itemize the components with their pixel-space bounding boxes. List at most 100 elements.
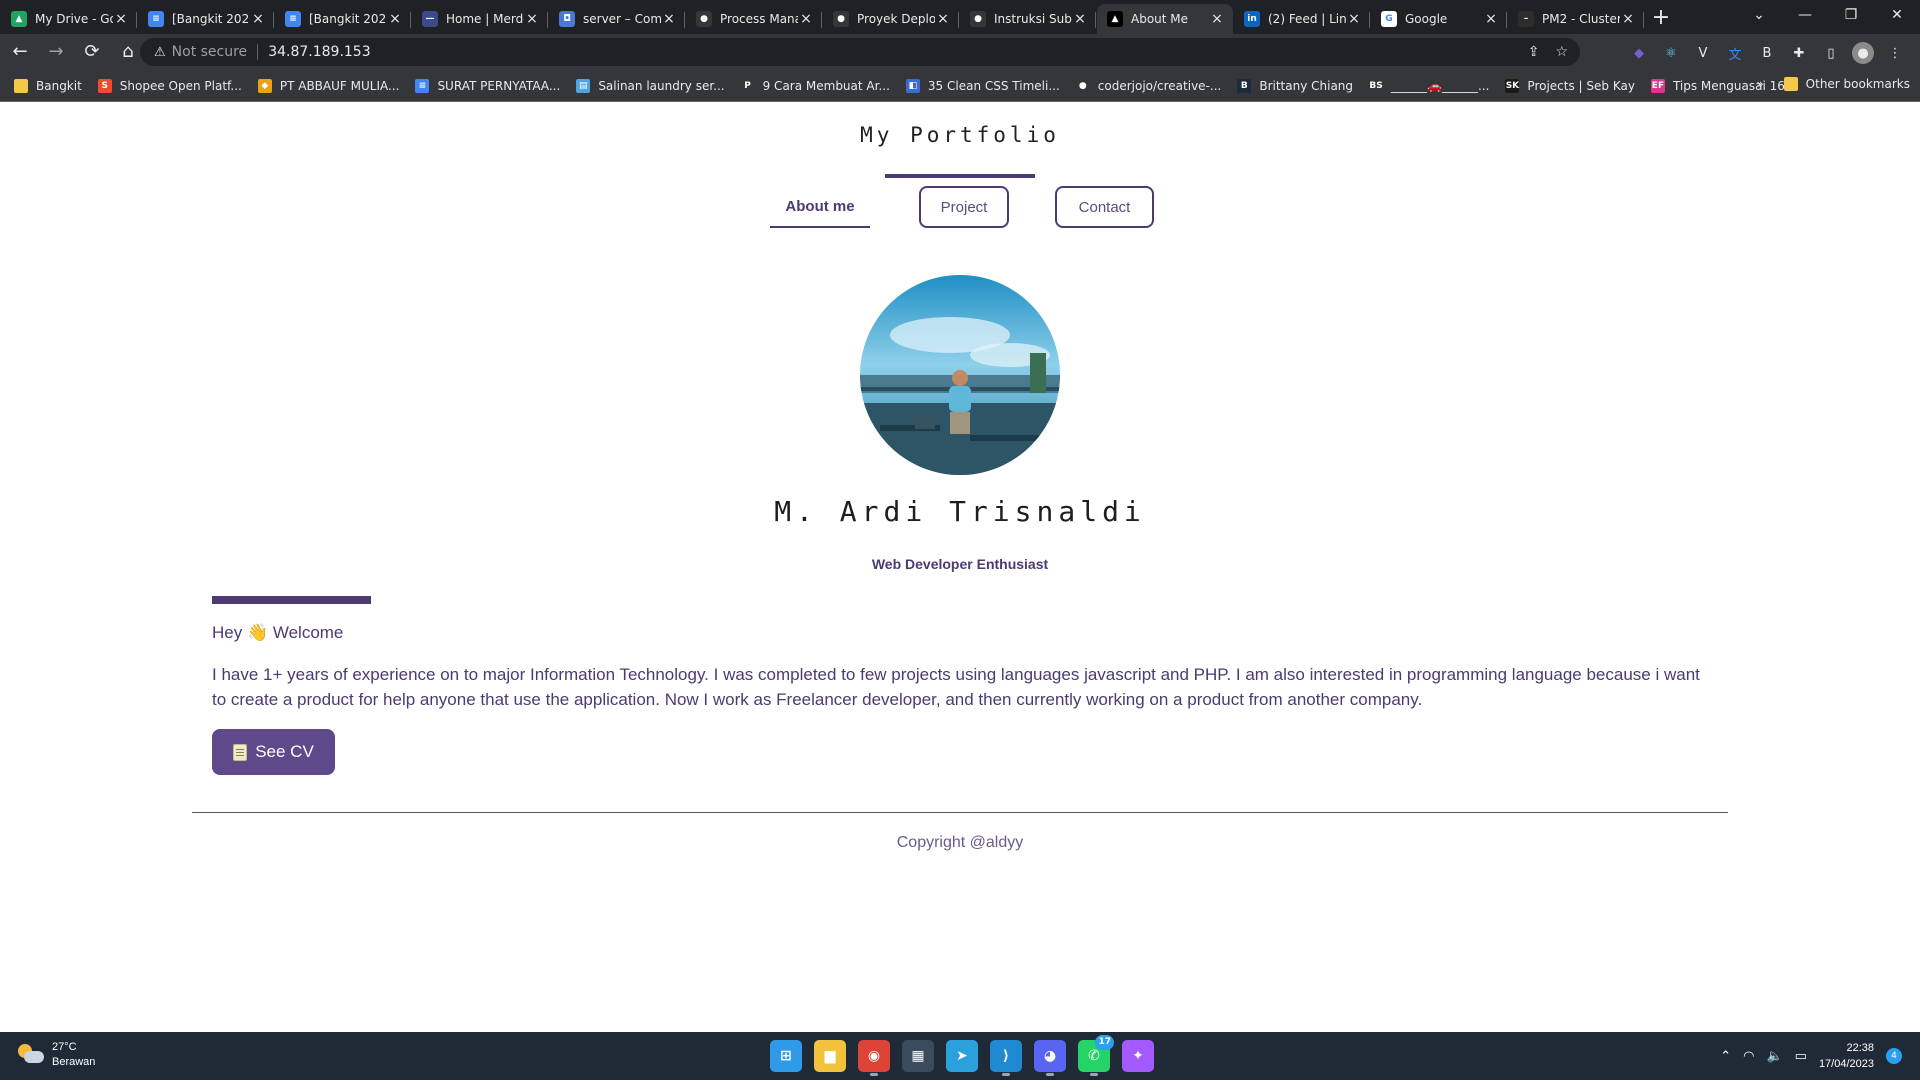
close-tab-icon[interactable]: × bbox=[1346, 11, 1362, 27]
translate-icon[interactable]: 文 bbox=[1724, 42, 1746, 64]
bookmark-item[interactable]: SK Projects | Seb Kay bbox=[1505, 78, 1635, 93]
vue-devtools-icon[interactable]: V bbox=[1692, 42, 1714, 64]
nav-about-me[interactable]: About me bbox=[770, 186, 870, 228]
close-tab-icon[interactable]: × bbox=[1209, 11, 1225, 27]
pm2-icon: – bbox=[1518, 11, 1534, 27]
chrome-icon[interactable]: ◉ bbox=[858, 1040, 890, 1076]
close-tab-icon[interactable]: × bbox=[1620, 11, 1636, 27]
bookmark-item[interactable]: ▤ Salinan laundry ser... bbox=[576, 78, 725, 93]
react-devtools-icon[interactable]: ⚛ bbox=[1660, 42, 1682, 64]
tab-search-button[interactable]: ⌄ bbox=[1736, 0, 1782, 30]
pinned-apps: ⊞ ▆ ◉ ▦ ➤ ⟩ ◕ ✆ 17 ✦ bbox=[770, 1035, 1154, 1076]
forward-button[interactable]: → bbox=[40, 36, 72, 68]
css-icon: ◧ bbox=[905, 78, 920, 93]
security-label[interactable]: Not secure bbox=[172, 44, 248, 60]
browser-tab[interactable]: ◘ server – Comp × bbox=[549, 4, 685, 34]
browser-tab[interactable]: ▲ About Me × bbox=[1097, 4, 1233, 34]
bookmark-item[interactable]: ◆ PT ABBAUF MULIA... bbox=[257, 78, 399, 93]
minimize-button[interactable]: — bbox=[1782, 0, 1828, 30]
nav-project-button[interactable]: Project bbox=[919, 186, 1009, 228]
tray-overflow-icon[interactable]: ⌃ bbox=[1720, 1049, 1731, 1064]
reload-button[interactable]: ⟳ bbox=[76, 36, 108, 68]
bookmark-item[interactable]: S Shopee Open Platf... bbox=[97, 78, 242, 93]
github-icon: ● bbox=[833, 11, 849, 27]
volume-icon[interactable]: 🔈 bbox=[1766, 1049, 1782, 1064]
welcome-heading: Hey 👋 Welcome bbox=[212, 623, 344, 642]
see-cv-button[interactable]: See CV bbox=[212, 729, 335, 775]
close-tab-icon[interactable]: × bbox=[1072, 11, 1088, 27]
extension-icon[interactable]: ◆ bbox=[1628, 42, 1650, 64]
bookmark-label: Shopee Open Platf... bbox=[119, 78, 242, 93]
close-tab-icon[interactable]: × bbox=[250, 11, 266, 27]
browser-tab[interactable]: G Google × bbox=[1371, 4, 1507, 34]
bookmark-item[interactable]: BS ______🚗______... bbox=[1369, 78, 1489, 93]
close-tab-icon[interactable]: × bbox=[113, 11, 129, 27]
window-controls: ⌄ — ❐ ✕ bbox=[1736, 0, 1920, 30]
notification-badge[interactable]: 4 bbox=[1886, 1048, 1902, 1064]
profile-role: Web Developer Enthusiast bbox=[871, 556, 1049, 572]
discord-icon[interactable]: ◕ bbox=[1034, 1040, 1066, 1076]
browser-tab[interactable]: — Home | Merde × bbox=[412, 4, 548, 34]
close-tab-icon[interactable]: × bbox=[661, 11, 677, 27]
chrome-menu-icon[interactable]: ⋮ bbox=[1884, 42, 1906, 64]
bookmark-item[interactable]: ◧ 35 Clean CSS Timeli... bbox=[905, 78, 1060, 93]
vscode-icon[interactable]: ⟩ bbox=[990, 1040, 1022, 1076]
browser-tab[interactable]: – PM2 - Cluster × bbox=[1508, 4, 1644, 34]
address-bar[interactable]: ⚠ Not secure 34.87.189.153 ⇪ ☆ bbox=[140, 38, 1580, 66]
url-text[interactable]: 34.87.189.153 bbox=[268, 44, 370, 60]
bookmark-star-icon[interactable]: ☆ bbox=[1555, 44, 1568, 60]
figma-icon[interactable]: ✦ bbox=[1122, 1040, 1154, 1072]
close-tab-icon[interactable]: × bbox=[1483, 11, 1499, 27]
browser-tab[interactable]: ≡ [Bangkit 2023 × bbox=[275, 4, 411, 34]
bookmark-item[interactable]: B Brittany Chiang bbox=[1237, 78, 1353, 93]
partly-cloudy-icon bbox=[18, 1044, 44, 1066]
browser-tab[interactable]: ≡ [Bangkit 2023 × bbox=[138, 4, 274, 34]
microsoft-store-icon[interactable]: ▦ bbox=[902, 1040, 934, 1072]
weather-description: Berawan bbox=[52, 1056, 96, 1068]
browser-tab[interactable]: ● Instruksi Subr × bbox=[960, 4, 1096, 34]
file-explorer-icon[interactable]: ▆ bbox=[814, 1040, 846, 1072]
clock[interactable]: 22:38 17/04/2023 bbox=[1819, 1040, 1874, 1072]
nav-contact-button[interactable]: Contact bbox=[1055, 186, 1154, 228]
close-tab-icon[interactable]: × bbox=[935, 11, 951, 27]
new-tab-button[interactable]: + bbox=[1644, 4, 1678, 34]
browser-tab[interactable]: ● Proyek Deplo × bbox=[823, 4, 959, 34]
tab-title: About Me bbox=[1131, 12, 1189, 26]
browser-tab[interactable]: ▲ My Drive - Go × bbox=[1, 4, 137, 34]
bookmark-item[interactable]: ● coderjojo/creative-... bbox=[1075, 78, 1221, 93]
back-button[interactable]: ← bbox=[4, 36, 36, 68]
bookmark-item[interactable]: P 9 Cara Membuat Ar... bbox=[740, 78, 890, 93]
tab-strip: ▲ My Drive - Go × ≡ [Bangkit 2023 × ≡ [Bangkit … bbox=[0, 0, 1920, 34]
tab-title: My Drive - Go bbox=[35, 12, 113, 26]
close-tab-icon[interactable]: × bbox=[387, 11, 403, 27]
bookmark-item[interactable]: ≡ SURAT PERNYATAA... bbox=[415, 78, 560, 93]
bookmark-item[interactable]: Bangkit bbox=[14, 78, 82, 93]
side-panel-icon[interactable]: ▯ bbox=[1820, 42, 1842, 64]
other-bookmarks[interactable]: Other bookmarks bbox=[1783, 77, 1910, 91]
wifi-icon[interactable]: ◠ bbox=[1743, 1049, 1754, 1064]
browser-tab[interactable]: ● Process Mana × bbox=[686, 4, 822, 34]
b-extension-icon[interactable]: B bbox=[1756, 42, 1778, 64]
section-accent-bar bbox=[212, 596, 371, 604]
telegram-icon[interactable]: ➤ bbox=[946, 1040, 978, 1072]
weather-temperature: 27°C bbox=[52, 1041, 77, 1053]
close-tab-icon[interactable]: × bbox=[798, 11, 814, 27]
close-window-button[interactable]: ✕ bbox=[1874, 0, 1920, 30]
bookmarks-overflow: » Other bookmarks bbox=[1756, 77, 1910, 91]
site-title: My Portfolio bbox=[860, 123, 1060, 147]
compute-icon: ◘ bbox=[559, 11, 575, 27]
warning-icon[interactable]: ⚠ bbox=[154, 45, 166, 60]
close-tab-icon[interactable]: × bbox=[524, 11, 540, 27]
profile-avatar-icon[interactable]: ● bbox=[1852, 42, 1874, 64]
windows-start-icon[interactable]: ⊞ bbox=[770, 1040, 802, 1072]
weather-widget[interactable]: 27°C Berawan bbox=[18, 1040, 95, 1070]
vercel-icon: ▲ bbox=[1107, 11, 1123, 27]
battery-icon[interactable]: ▭ bbox=[1795, 1049, 1807, 1064]
browser-tab[interactable]: in (2) Feed | Link × bbox=[1234, 4, 1370, 34]
restore-button[interactable]: ❐ bbox=[1828, 0, 1874, 30]
whatsapp-icon[interactable]: ✆ 17 bbox=[1078, 1035, 1114, 1076]
puzzle-icon[interactable]: ✚ bbox=[1788, 42, 1810, 64]
more-bookmarks-icon[interactable]: » bbox=[1756, 77, 1763, 91]
p-icon: P bbox=[740, 78, 755, 93]
share-icon[interactable]: ⇪ bbox=[1528, 44, 1540, 60]
